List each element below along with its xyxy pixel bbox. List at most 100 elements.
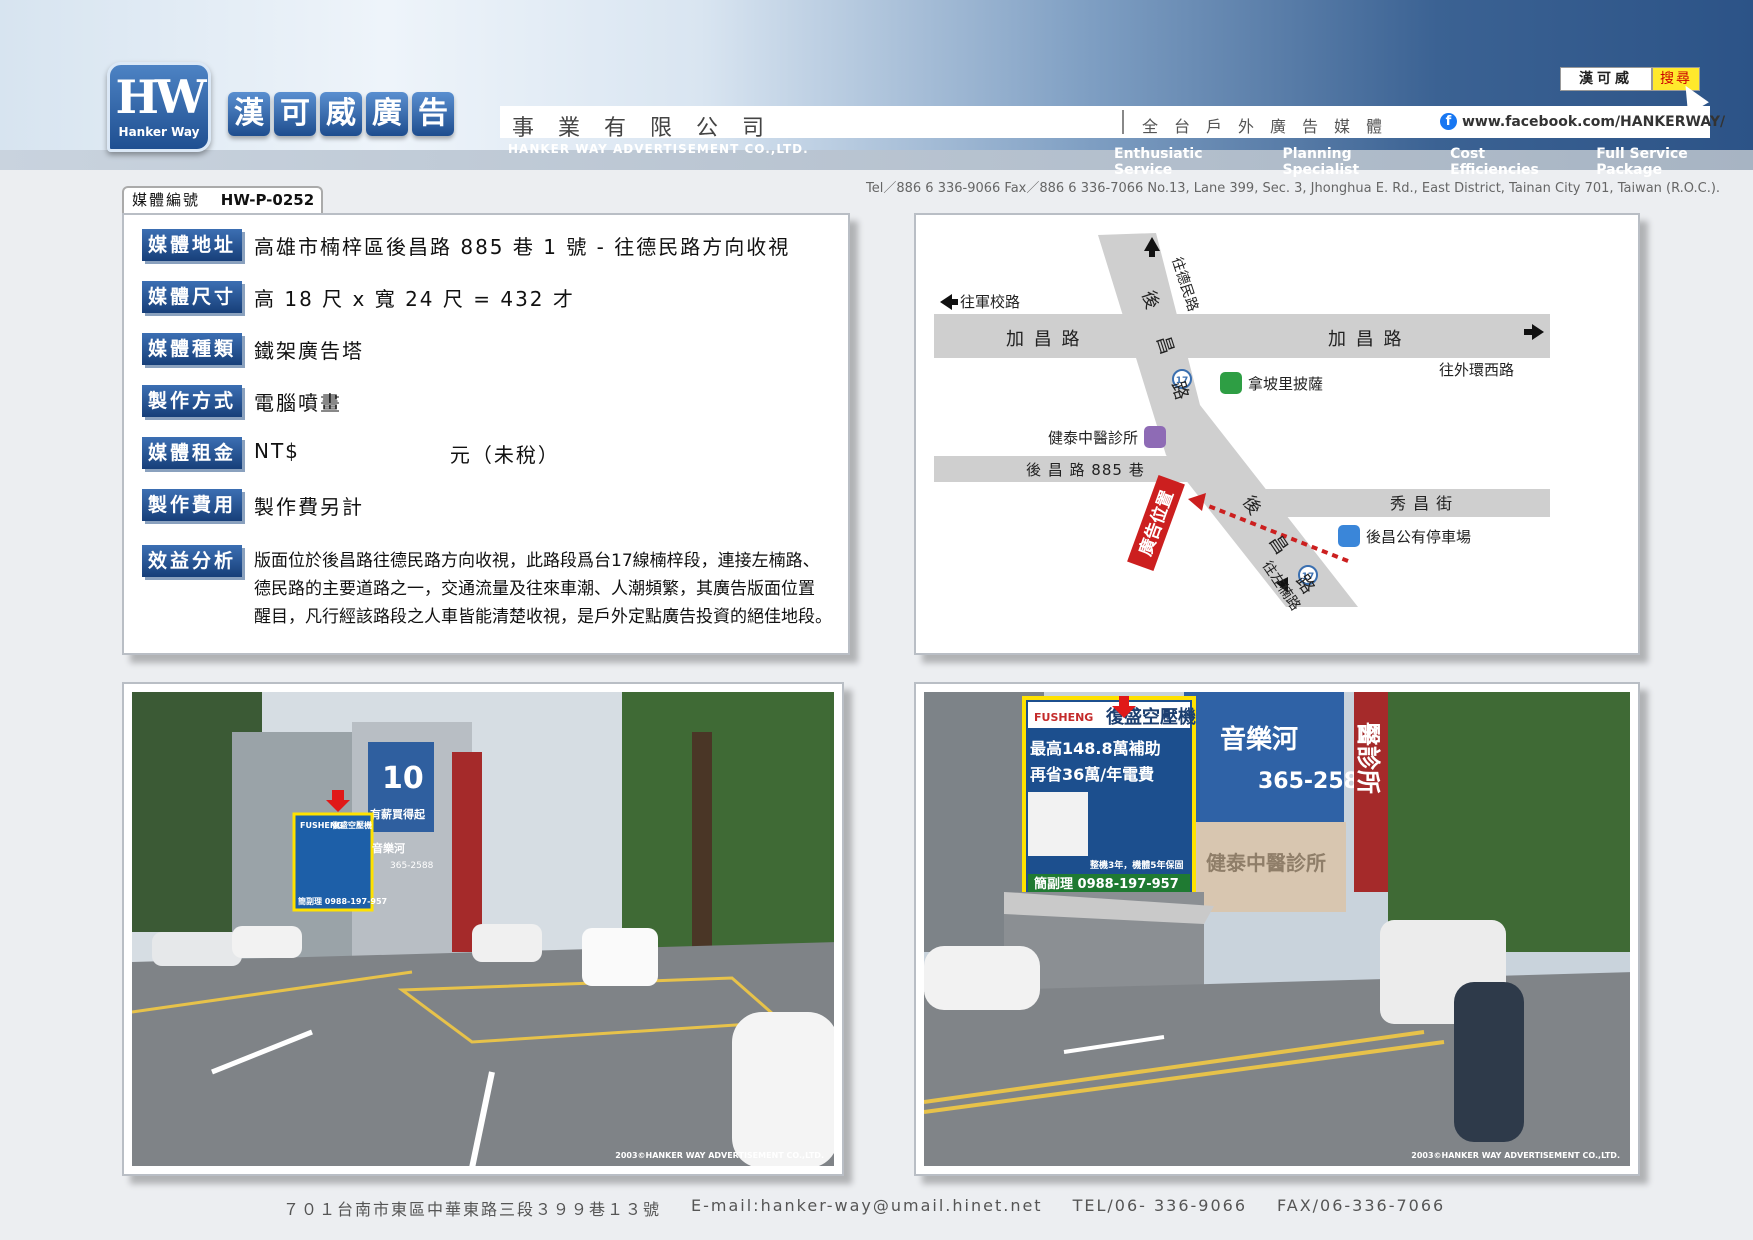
brand-char: 告: [412, 92, 454, 136]
footer-contact: ７０１台南市東區中華東路三段３９９巷１３號 E-mail:hanker-way@…: [283, 1196, 1445, 1220]
footer-address: ７０１台南市東區中華東路三段３９９巷１３號: [283, 1200, 662, 1219]
music-sign: 音樂河: [372, 841, 405, 855]
media-id-tab: 媒體編號 HW-P-0252: [122, 186, 323, 213]
info-label: 媒體尺寸: [142, 281, 242, 313]
info-value: NT$ 元（未稅）: [254, 439, 560, 468]
ten-sign-text: 10: [382, 761, 424, 796]
info-value: 高雄市楠梓區後昌路 885 巷 1 號 - 往德民路方向收視: [254, 234, 791, 259]
road: [132, 942, 834, 1166]
hw-logo[interactable]: HW Hanker Way: [107, 62, 211, 152]
poi-clinic-label: 健泰中醫診所: [1048, 429, 1138, 447]
analysis-line: 醒目，凡行經該路段之人車皆能清楚收視，是戶外定點廣告投資的絕佳地段。: [254, 607, 832, 627]
poi-pizza-label: 拿坡里披薩: [1248, 375, 1323, 393]
road-label-jiachang: 加 昌 路: [1006, 329, 1081, 350]
slogan: 全台戶外廣告媒體: [1142, 117, 1399, 136]
music-sign: 音樂河: [1220, 724, 1298, 755]
info-label: 效益分析: [142, 545, 242, 577]
clinic-marker-icon: [1144, 426, 1166, 448]
info-label: 媒體地址: [142, 229, 242, 261]
ad-direction-arrow-icon: [1188, 493, 1206, 511]
contact-line: Tel／886 6 336-9066 Fax／886 6 336-7066 No…: [866, 181, 1721, 196]
info-label: 製作方式: [142, 385, 242, 417]
brand-char: 威: [320, 92, 362, 136]
header: [0, 0, 1753, 170]
brand-char: 漢: [228, 92, 270, 136]
search-input[interactable]: 漢可威: [1560, 67, 1652, 91]
info-label: 媒體種類: [142, 333, 242, 365]
info-label: 製作費用: [142, 489, 242, 521]
footer-tel: TEL/06- 336-9066: [1072, 1196, 1248, 1215]
car: [232, 926, 302, 958]
billboard-line2: 再省36萬/年電費: [1030, 765, 1154, 784]
rent-unit: 元（未稅）: [449, 442, 560, 467]
tagline: Cost Efficiencies: [1450, 146, 1539, 178]
info-row-address: 媒體地址 高雄市楠梓區後昌路 885 巷 1 號 - 往德民路方向收視: [142, 229, 790, 261]
tagline: Full Service Package: [1596, 146, 1688, 178]
street-photo-near: 音樂河 365-2588 醫診所 健泰中醫診所 FUSHENG 復盛空壓機 最高…: [924, 692, 1630, 1166]
photo-frame: 10 有薪買得起 FUSHENG 復盛空壓機 簡副理 0988-197-957 …: [132, 692, 834, 1166]
clinic-vertical-text: 醫診所: [1354, 722, 1382, 794]
logo-main: HW: [115, 70, 206, 124]
clinic-vertical-sign: [452, 752, 482, 952]
media-id-value: HW-P-0252: [220, 191, 315, 209]
car: [732, 1012, 834, 1166]
location-map: 廣告位置 17 17 加 昌 路 加 昌 路 後 昌 路 885 巷 秀 昌 街…: [914, 213, 1640, 655]
road-label-lane-885: 後 昌 路 885 巷: [1026, 461, 1145, 479]
info-panel: 媒體地址 高雄市楠梓區後昌路 885 巷 1 號 - 往德民路方向收視 媒體尺寸…: [122, 213, 850, 655]
divider: [1122, 110, 1124, 134]
company-name-en: HANKER WAY ADVERTISEMENT CO.,LTD.: [508, 142, 809, 156]
info-value: 電腦噴畫: [254, 390, 342, 415]
arrow-west-shaft: [950, 299, 958, 305]
facebook-url: www.facebook.com/HANKERWAY/: [1462, 113, 1726, 130]
info-value: 製作費另計: [254, 494, 364, 519]
footer-email[interactable]: E-mail:hanker-way@umail.hinet.net: [691, 1196, 1043, 1220]
clinic-sign-text: 健泰中醫診所: [1206, 851, 1326, 875]
tagline: Planning Specialist: [1282, 146, 1360, 178]
brand-char: 廣: [366, 92, 408, 136]
car: [472, 924, 542, 962]
tagline: Enthusiatic Service: [1114, 146, 1203, 178]
photo-credit: 2003©HANKER WAY ADVERTISEMENT CO.,LTD.: [1411, 1151, 1620, 1160]
parking-marker-icon: [1338, 525, 1360, 547]
info-value: 鐵架廣告塔: [254, 338, 364, 363]
poi-parking-label: 後昌公有停車場: [1366, 528, 1471, 546]
photo-near-view[interactable]: 音樂河 365-2588 醫診所 健泰中醫診所 FUSHENG 復盛空壓機 最高…: [914, 682, 1640, 1176]
map-svg: 廣告位置 17 17 加 昌 路 加 昌 路 後 昌 路 885 巷 秀 昌 街…: [934, 233, 1550, 614]
info-row-rent: 媒體租金 NT$ 元（未稅）: [142, 437, 560, 469]
billboard-warranty: 整機3年，機體5年保固: [1089, 859, 1184, 871]
analysis-line: 版面位於後昌路往德民路方向收視，此路段爲台17線楠梓段，連接左楠路、: [254, 551, 820, 571]
analysis-line: 德民路的主要道路之一，交通流量及往來車潮、人潮頻繁，其廣告版面位置: [254, 579, 815, 599]
footer: ７０１台南市東區中華東路三段３９９巷１３號 E-mail:hanker-way@…: [0, 1190, 1753, 1240]
road-label-xiuchang: 秀 昌 街: [1390, 494, 1453, 513]
car: [582, 928, 658, 986]
footer-fax: FAX/06-336-7066: [1277, 1196, 1446, 1215]
logo-sub: Hanker Way: [118, 125, 200, 139]
rent-prefix: NT$: [254, 438, 300, 463]
search-box: 漢可威 搜尋: [1560, 67, 1700, 91]
info-row-method: 製作方式 電腦噴畫: [142, 385, 342, 417]
brand-name: 漢 可 威 廣 告: [228, 92, 454, 136]
photo-credit: 2003©HANKER WAY ADVERTISEMENT CO.,LTD.: [615, 1151, 824, 1160]
ad-position-badge: 廣告位置: [1127, 474, 1185, 572]
billboard-phone: 簡副理 0988-197-957: [1033, 876, 1179, 892]
info-row-fee: 製作費用 製作費另計: [142, 489, 364, 521]
billboard-brand: FUSHENG: [1034, 711, 1093, 724]
to-junxiao-label: 往軍校路: [960, 293, 1020, 311]
arrow-north-shaft: [1149, 249, 1155, 257]
ten-sign-sub: 有薪買得起: [370, 807, 426, 821]
brand-char: 可: [274, 92, 316, 136]
music-billboard: [1184, 692, 1344, 822]
pizza-marker-icon: [1220, 372, 1242, 394]
music-phone: 365-2588: [390, 861, 434, 871]
info-value: 高 18 尺 x 寬 24 尺 = 432 才: [254, 286, 575, 311]
info-row-size: 媒體尺寸 高 18 尺 x 寬 24 尺 = 432 才: [142, 281, 575, 313]
facebook-icon: f: [1440, 113, 1457, 130]
info-label: 媒體租金: [142, 437, 242, 469]
taglines: Enthusiatic Service Planning Specialist …: [1114, 146, 1753, 178]
photo-frame: 音樂河 365-2588 醫診所 健泰中醫診所 FUSHENG 復盛空壓機 最高…: [924, 692, 1630, 1166]
media-id-label: 媒體編號: [132, 191, 201, 209]
facebook-link[interactable]: f www.facebook.com/HANKERWAY/: [1440, 113, 1725, 130]
info-row-analysis: 效益分析: [142, 545, 242, 577]
arrow-east-shaft: [1524, 329, 1534, 335]
photo-far-view[interactable]: 10 有薪買得起 FUSHENG 復盛空壓機 簡副理 0988-197-957 …: [122, 682, 844, 1176]
